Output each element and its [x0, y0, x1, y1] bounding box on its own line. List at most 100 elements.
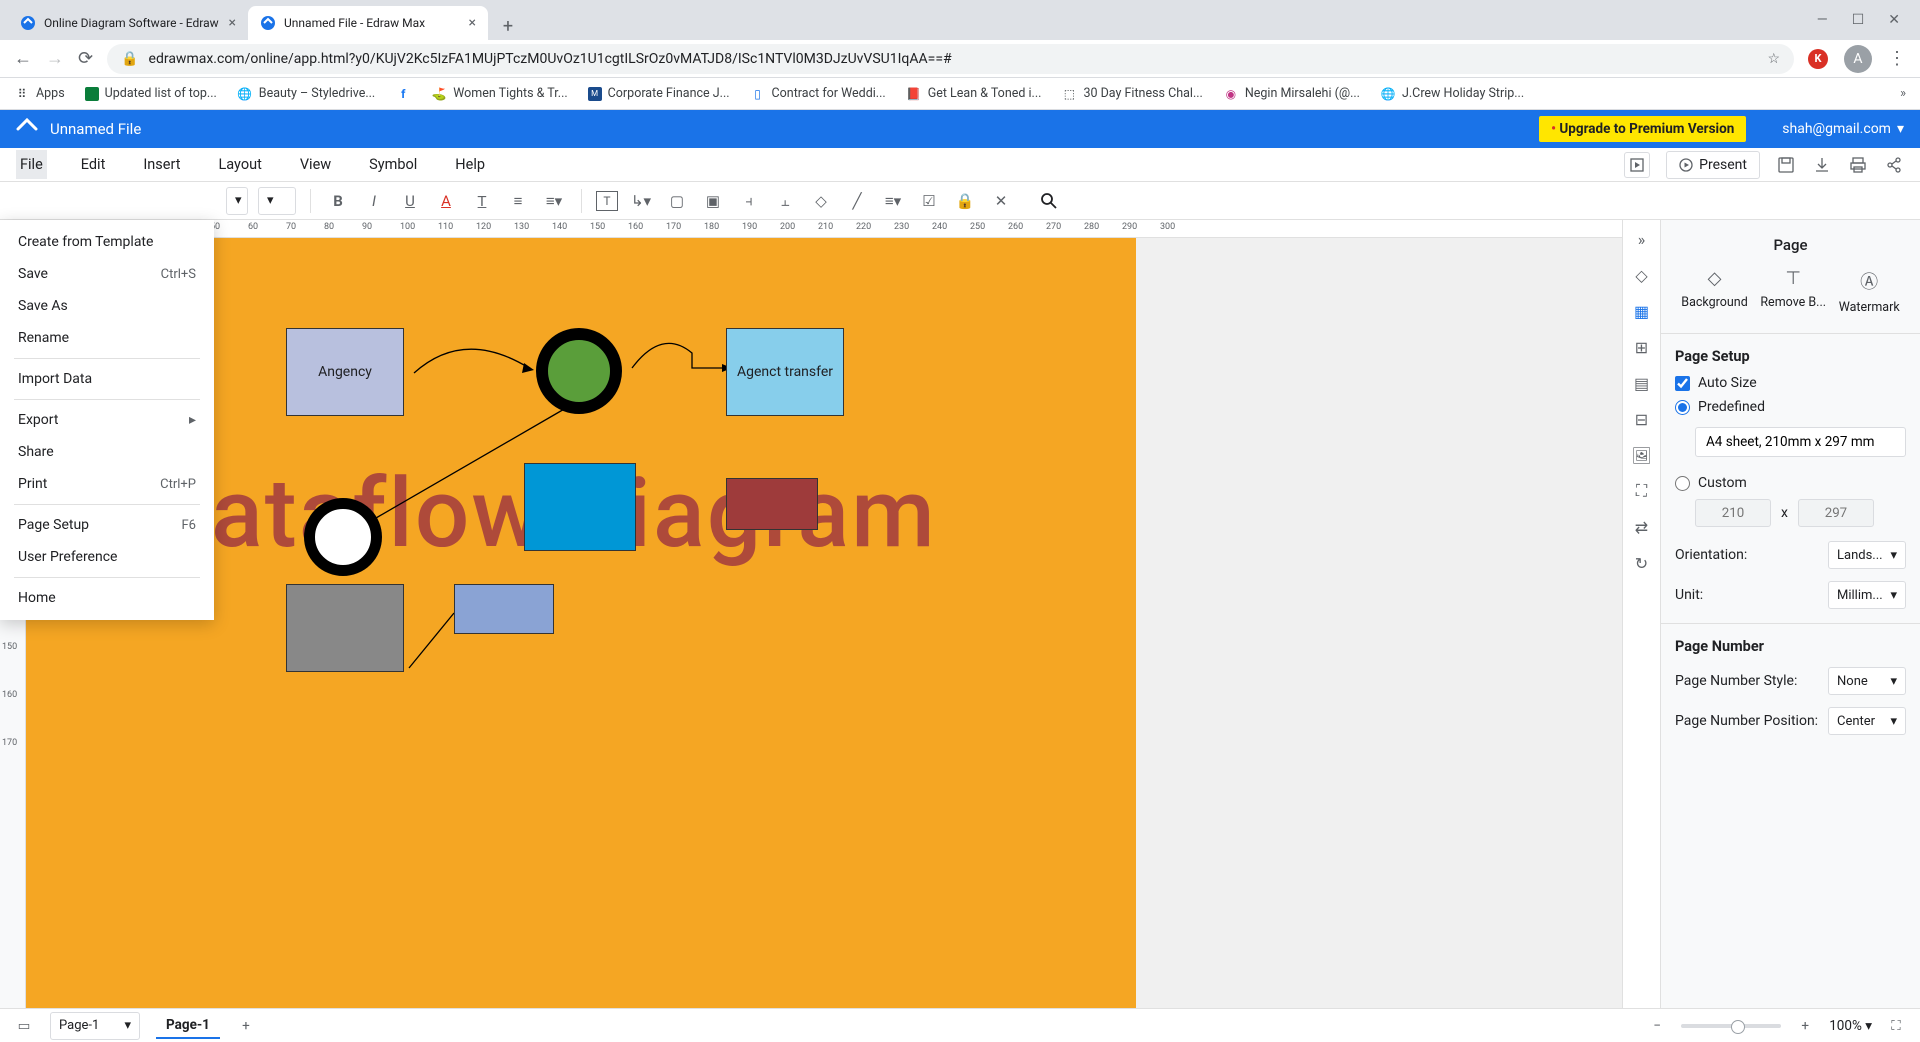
text-tool-button[interactable]: T: [596, 191, 618, 211]
tools-button[interactable]: ✕: [988, 188, 1014, 214]
menu-user-preference[interactable]: User Preference: [0, 541, 214, 573]
close-icon[interactable]: ×: [229, 15, 236, 31]
menu-layout[interactable]: Layout: [214, 150, 265, 179]
align-button[interactable]: ≡: [505, 188, 531, 214]
search-button[interactable]: [1036, 188, 1062, 214]
slideshow-button[interactable]: [1624, 152, 1650, 178]
menu-view[interactable]: View: [296, 150, 335, 179]
menu-page-setup[interactable]: Page SetupF6: [0, 509, 214, 541]
bold-button[interactable]: B: [325, 188, 351, 214]
browser-tab-2[interactable]: Unnamed File - Edraw Max ×: [248, 6, 488, 40]
download-icon[interactable]: [1812, 155, 1832, 175]
present-button[interactable]: Present: [1666, 151, 1760, 179]
canvas[interactable]: ataflow diagram Angency Agenct transfer: [26, 238, 1578, 1008]
tree-panel-icon[interactable]: ⛶: [1631, 480, 1653, 502]
bookmark-item[interactable]: 🌐Beauty – Styledrive...: [237, 86, 375, 102]
print-icon[interactable]: [1848, 155, 1868, 175]
add-page-button[interactable]: +: [236, 1016, 256, 1036]
zoom-out-button[interactable]: −: [1647, 1016, 1667, 1036]
menu-save[interactable]: SaveCtrl+S: [0, 258, 214, 290]
font-select[interactable]: ▾: [258, 187, 296, 215]
shape-gray-box[interactable]: [286, 584, 404, 672]
bookmark-item[interactable]: ⛳Women Tights & Tr...: [431, 86, 567, 102]
close-window-icon[interactable]: ✕: [1888, 12, 1900, 28]
page-tab-1[interactable]: Page-1: [156, 1013, 220, 1039]
pn-pos-select[interactable]: Center▾: [1828, 707, 1906, 735]
zoom-in-button[interactable]: +: [1795, 1016, 1815, 1036]
remove-bg-button[interactable]: ⊤Remove B...: [1760, 268, 1826, 315]
line-spacing-button[interactable]: ≡▾: [541, 188, 567, 214]
file-name[interactable]: Unnamed File: [50, 120, 1527, 138]
back-button[interactable]: ←: [14, 48, 32, 69]
menu-home[interactable]: Home: [0, 582, 214, 614]
connector-button[interactable]: ↳▾: [628, 188, 654, 214]
zoom-level[interactable]: 100% ▾: [1829, 1018, 1872, 1034]
zoom-slider[interactable]: [1681, 1024, 1781, 1028]
pages-icon[interactable]: ▭: [14, 1016, 34, 1036]
page-panel-icon[interactable]: ▦: [1631, 300, 1653, 322]
bookmark-item[interactable]: ◉Negin Mirsalehi (@...: [1223, 86, 1360, 102]
fullscreen-button[interactable]: ⛶: [1886, 1016, 1906, 1036]
image-panel-icon[interactable]: 🖼: [1631, 444, 1653, 466]
align-objects-button[interactable]: ⫞: [736, 188, 762, 214]
menu-edit[interactable]: Edit: [77, 150, 110, 179]
line-button[interactable]: ╱: [844, 188, 870, 214]
new-tab-button[interactable]: +: [494, 12, 522, 40]
fill-panel-icon[interactable]: ◇: [1631, 264, 1653, 286]
height-input[interactable]: [1798, 499, 1874, 527]
bookmark-item[interactable]: ▯Contract for Weddi...: [750, 86, 886, 102]
menu-share[interactable]: Share: [0, 436, 214, 468]
data-panel-icon[interactable]: ⊟: [1631, 408, 1653, 430]
bookmark-item[interactable]: Updated list of top...: [85, 86, 217, 101]
forward-button[interactable]: →: [46, 48, 64, 69]
italic-button[interactable]: I: [361, 188, 387, 214]
apps-bookmark[interactable]: ⠿Apps: [14, 86, 65, 102]
fill-button[interactable]: ◇: [808, 188, 834, 214]
send-back-button[interactable]: ▣: [700, 188, 726, 214]
width-input[interactable]: [1695, 499, 1771, 527]
user-menu[interactable]: shah@gmail.com▾: [1782, 121, 1904, 137]
shape-transfer-box[interactable]: Agenct transfer: [726, 328, 844, 416]
distribute-button[interactable]: ⫠: [772, 188, 798, 214]
bookmark-item[interactable]: 🌐J.Crew Holiday Strip...: [1380, 86, 1524, 102]
page-selector[interactable]: Page-1▾: [50, 1012, 140, 1040]
profile-avatar[interactable]: A: [1844, 45, 1872, 73]
browser-tab-1[interactable]: Online Diagram Software - Edraw ×: [8, 6, 248, 40]
bookmarks-overflow[interactable]: »: [1900, 86, 1906, 101]
shadow-button[interactable]: ☑: [916, 188, 942, 214]
bookmark-item[interactable]: ⬚30 Day Fitness Chal...: [1061, 86, 1202, 102]
reload-button[interactable]: ⟳: [78, 48, 93, 69]
auto-size-checkbox[interactable]: Auto Size: [1675, 375, 1906, 391]
watermark-button[interactable]: ⒶWatermark: [1839, 268, 1900, 315]
extension-icon[interactable]: K: [1808, 49, 1828, 69]
menu-create-template[interactable]: Create from Template: [0, 226, 214, 258]
menu-rename[interactable]: Rename: [0, 322, 214, 354]
upgrade-button[interactable]: Upgrade to Premium Version: [1539, 116, 1746, 142]
bookmark-item[interactable]: 📕Get Lean & Toned i...: [906, 86, 1042, 102]
text-case-button[interactable]: T̲: [469, 188, 495, 214]
menu-print[interactable]: PrintCtrl+P: [0, 468, 214, 500]
save-icon[interactable]: [1776, 155, 1796, 175]
collapse-panel-icon[interactable]: »: [1631, 228, 1653, 250]
bring-front-button[interactable]: ▢: [664, 188, 690, 214]
line-style-button[interactable]: ≡▾: [880, 188, 906, 214]
shape-red-box[interactable]: [726, 478, 818, 530]
maximize-icon[interactable]: ☐: [1852, 12, 1865, 28]
chrome-menu-icon[interactable]: ⋮: [1888, 48, 1906, 69]
url-input[interactable]: 🔒 edrawmax.com/online/app.html?y0/KUjV2K…: [107, 44, 1794, 74]
predefined-radio[interactable]: Predefined: [1675, 399, 1906, 415]
shape-periwinkle-box[interactable]: [454, 584, 554, 634]
bookmark-item[interactable]: f: [395, 86, 411, 102]
menu-symbol[interactable]: Symbol: [365, 150, 421, 179]
shape-blue-box[interactable]: [524, 463, 636, 551]
font-color-button[interactable]: A: [433, 188, 459, 214]
pn-style-select[interactable]: None▾: [1828, 667, 1906, 695]
arrow-connector[interactable]: [404, 338, 554, 388]
background-button[interactable]: ◇Background: [1681, 268, 1747, 315]
menu-file[interactable]: File: [16, 150, 47, 179]
bookmark-item[interactable]: MCorporate Finance J...: [588, 86, 730, 101]
menu-export[interactable]: Export▸: [0, 404, 214, 436]
menu-import-data[interactable]: Import Data: [0, 363, 214, 395]
shuffle-icon[interactable]: ⇄: [1631, 516, 1653, 538]
unit-select[interactable]: Millim...▾: [1828, 581, 1906, 609]
